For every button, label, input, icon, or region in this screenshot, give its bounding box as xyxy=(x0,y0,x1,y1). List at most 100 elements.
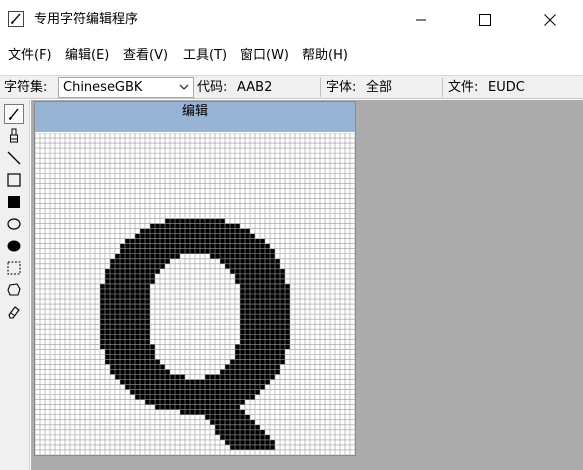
glyph-pixel[interactable] xyxy=(255,424,260,430)
glyph-pixel[interactable] xyxy=(225,399,230,405)
glyph-pixel[interactable] xyxy=(155,263,160,269)
glyph-pixel[interactable] xyxy=(180,384,185,390)
glyph-pixel[interactable] xyxy=(200,218,205,224)
glyph-pixel[interactable] xyxy=(190,379,195,385)
glyph-pixel[interactable] xyxy=(120,243,125,249)
glyph-pixel[interactable] xyxy=(260,364,265,370)
glyph-pixel[interactable] xyxy=(210,394,215,400)
glyph-pixel[interactable] xyxy=(215,233,220,239)
glyph-pixel[interactable] xyxy=(255,374,260,380)
glyph-pixel[interactable] xyxy=(230,399,235,405)
glyph-pixel[interactable] xyxy=(220,223,225,229)
glyph-pixel[interactable] xyxy=(160,258,165,264)
glyph-pixel[interactable] xyxy=(265,369,270,375)
glyph-pixel[interactable] xyxy=(130,238,135,244)
glyph-pixel[interactable] xyxy=(245,364,250,370)
glyph-pixel[interactable] xyxy=(260,248,265,254)
glyph-pixel[interactable] xyxy=(155,364,160,370)
glyph-pixel[interactable] xyxy=(275,263,280,269)
glyph-pixel[interactable] xyxy=(240,369,245,375)
glyph-pixel[interactable] xyxy=(250,263,255,269)
glyph-pixel[interactable] xyxy=(240,424,245,430)
glyph-pixel[interactable] xyxy=(270,253,275,259)
glyph-pixel[interactable] xyxy=(245,359,250,365)
glyph-pixel[interactable] xyxy=(150,354,155,360)
glyph-pixel[interactable] xyxy=(235,253,240,259)
glyph-pixel[interactable] xyxy=(260,359,265,365)
glyph-pixel[interactable] xyxy=(255,324,260,330)
glyph-pixel[interactable] xyxy=(125,243,130,249)
glyph-pixel[interactable] xyxy=(240,278,245,284)
glyph-pixel[interactable] xyxy=(270,364,275,370)
glyph-pixel[interactable] xyxy=(270,344,275,350)
glyph-pixel[interactable] xyxy=(200,243,205,249)
glyph-pixel[interactable] xyxy=(185,218,190,224)
glyph-pixel[interactable] xyxy=(160,369,165,375)
glyph-pixel[interactable] xyxy=(115,288,120,294)
glyph-pixel[interactable] xyxy=(280,324,285,330)
glyph-pixel[interactable] xyxy=(275,319,280,325)
glyph-pixel[interactable] xyxy=(285,288,290,294)
glyph-pixel[interactable] xyxy=(225,424,230,430)
glyph-pixel[interactable] xyxy=(105,288,110,294)
glyph-pixel[interactable] xyxy=(135,339,140,345)
glyph-pixel[interactable] xyxy=(140,263,145,269)
glyph-pixel[interactable] xyxy=(240,334,245,340)
glyph-pixel[interactable] xyxy=(235,258,240,264)
glyph-pixel[interactable] xyxy=(195,233,200,239)
glyph-pixel[interactable] xyxy=(120,359,125,365)
glyph-pixel[interactable] xyxy=(135,344,140,350)
glyph-pixel[interactable] xyxy=(135,324,140,330)
glyph-pixel[interactable] xyxy=(235,374,240,380)
glyph-pixel[interactable] xyxy=(110,349,115,355)
glyph-pixel[interactable] xyxy=(140,233,145,239)
glyph-pixel[interactable] xyxy=(110,263,115,269)
glyph-pixel[interactable] xyxy=(120,349,125,355)
glyph-pixel[interactable] xyxy=(205,414,210,420)
glyph-pixel[interactable] xyxy=(205,233,210,239)
glyph-pixel[interactable] xyxy=(165,218,170,224)
glyph-pixel[interactable] xyxy=(250,299,255,305)
glyph-pixel[interactable] xyxy=(280,329,285,335)
glyph-pixel[interactable] xyxy=(160,389,165,395)
glyph-pixel[interactable] xyxy=(250,359,255,365)
glyph-pixel[interactable] xyxy=(130,349,135,355)
glyph-pixel[interactable] xyxy=(140,243,145,249)
glyph-pixel[interactable] xyxy=(120,258,125,264)
glyph-pixel[interactable] xyxy=(255,304,260,310)
glyph-pixel[interactable] xyxy=(145,294,150,300)
glyph-pixel[interactable] xyxy=(245,354,250,360)
glyph-pixel[interactable] xyxy=(225,419,230,425)
glyph-pixel[interactable] xyxy=(130,258,135,264)
glyph-pixel[interactable] xyxy=(125,319,130,325)
glyph-pixel[interactable] xyxy=(105,304,110,310)
glyph-pixel[interactable] xyxy=(270,304,275,310)
glyph-pixel[interactable] xyxy=(125,253,130,259)
glyph-pixel[interactable] xyxy=(280,309,285,315)
glyph-pixel[interactable] xyxy=(255,439,260,445)
glyph-pixel[interactable] xyxy=(210,238,215,244)
glyph-pixel[interactable] xyxy=(135,299,140,305)
glyph-pixel[interactable] xyxy=(220,258,225,264)
glyph-pixel[interactable] xyxy=(120,299,125,305)
glyph-pixel[interactable] xyxy=(265,334,270,340)
glyph-pixel[interactable] xyxy=(150,359,155,365)
glyph-pixel[interactable] xyxy=(150,238,155,244)
glyph-pixel[interactable] xyxy=(240,233,245,239)
glyph-pixel[interactable] xyxy=(265,248,270,254)
glyph-pixel[interactable] xyxy=(225,374,230,380)
glyph-pixel[interactable] xyxy=(110,339,115,345)
glyph-pixel[interactable] xyxy=(120,304,125,310)
glyph-pixel[interactable] xyxy=(240,439,245,445)
glyph-pixel[interactable] xyxy=(250,314,255,320)
glyph-pixel[interactable] xyxy=(270,324,275,330)
glyph-pixel[interactable] xyxy=(195,223,200,229)
glyph-pixel[interactable] xyxy=(170,404,175,410)
glyph-pixel[interactable] xyxy=(135,349,140,355)
glyph-pixel[interactable] xyxy=(140,258,145,264)
glyph-pixel[interactable] xyxy=(130,364,135,370)
glyph-pixel[interactable] xyxy=(140,394,145,400)
glyph-pixel[interactable] xyxy=(210,414,215,420)
glyph-pixel[interactable] xyxy=(110,369,115,375)
glyph-pixel[interactable] xyxy=(240,399,245,405)
